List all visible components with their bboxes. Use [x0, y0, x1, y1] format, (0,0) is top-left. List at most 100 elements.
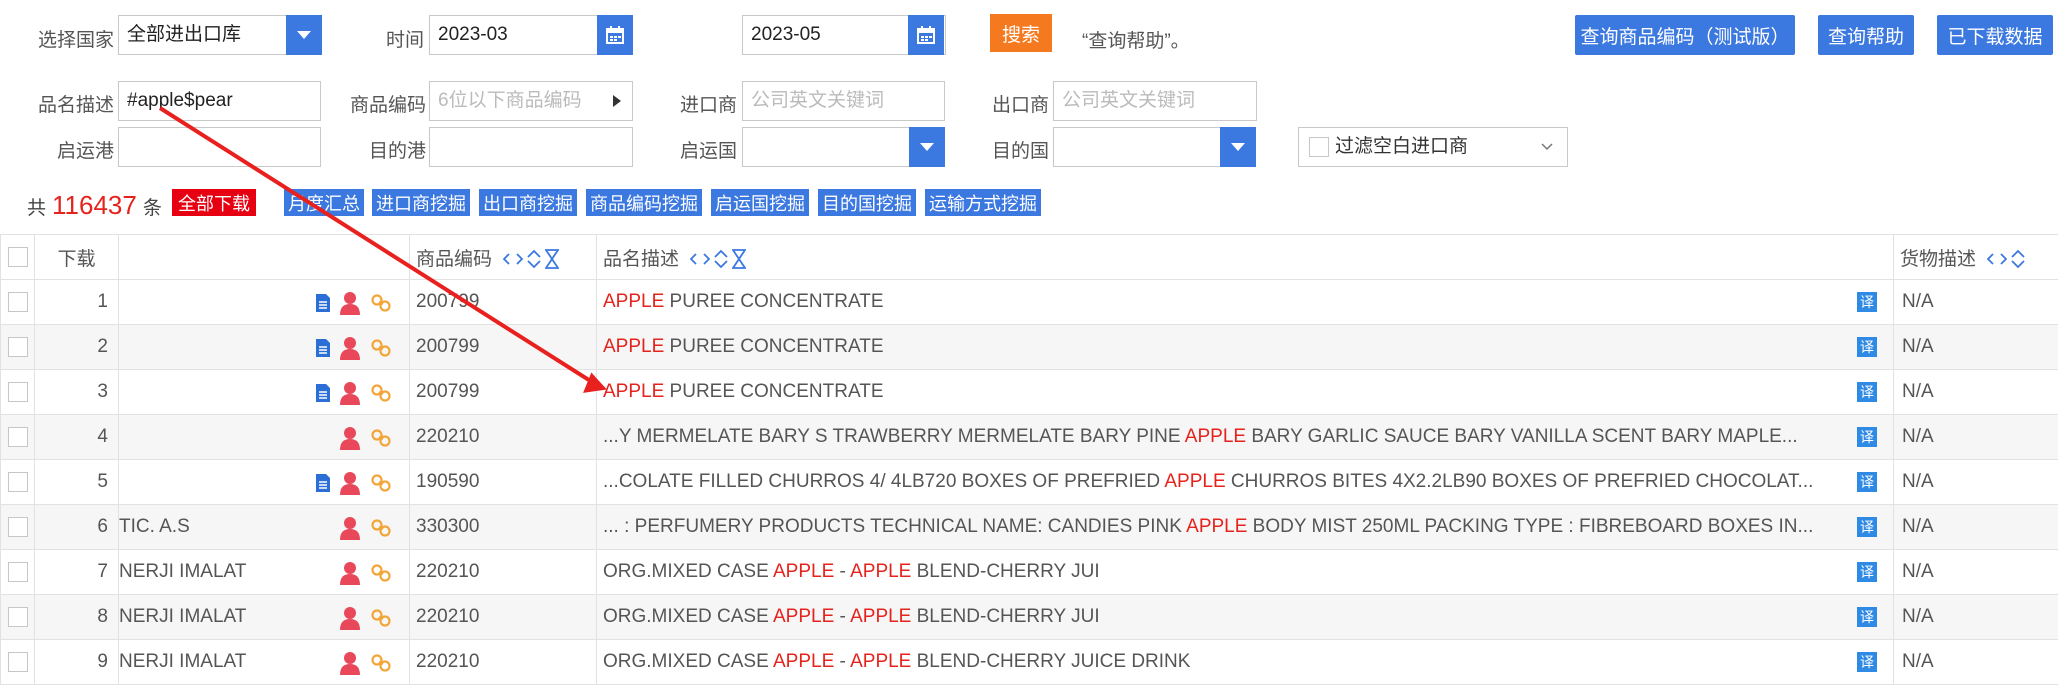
goods-sort-controls[interactable]: [1987, 249, 2025, 269]
country-dropdown-button[interactable]: [286, 15, 322, 55]
tag-hs-code-mining[interactable]: 商品编码挖掘: [586, 189, 702, 216]
table-row[interactable]: 7 NERJI IMALAT 220210 ORG.MIXED CASE APP…: [0, 549, 2058, 595]
table-row[interactable]: 1 200799 APPLE PUREE CONCENTRATE 译 N/A: [0, 279, 2058, 325]
code-brackets-icon[interactable]: [503, 253, 524, 266]
table-row[interactable]: 3 200799 APPLE PUREE CONCENTRATE 译 N/A: [0, 369, 2058, 415]
origin-country-dropdown-button[interactable]: [909, 127, 945, 167]
link-icon[interactable]: [371, 429, 391, 447]
sort-icon[interactable]: [714, 249, 728, 269]
row-number: 6: [34, 504, 119, 550]
product-desc-input[interactable]: #apple$pear: [118, 81, 321, 121]
filter-blank-checkbox[interactable]: [1309, 137, 1329, 157]
link-icon[interactable]: [371, 339, 391, 357]
row-checkbox[interactable]: [7, 606, 28, 627]
translate-icon[interactable]: 译: [1857, 517, 1877, 537]
document-icon[interactable]: [315, 473, 331, 493]
row-checkbox[interactable]: [7, 516, 28, 537]
person-icon[interactable]: [339, 651, 361, 675]
person-icon[interactable]: [339, 291, 361, 315]
dest-port-input[interactable]: [429, 127, 633, 167]
table-row[interactable]: 2 200799 APPLE PUREE CONCENTRATE 译 N/A: [0, 324, 2058, 370]
translate-icon[interactable]: 译: [1857, 382, 1877, 402]
caret-down-icon: [920, 143, 934, 151]
desc-segment: APPLE: [850, 606, 912, 627]
tag-exporter-mining[interactable]: 出口商挖掘: [479, 189, 577, 216]
translate-icon[interactable]: 译: [1857, 652, 1877, 672]
link-icon[interactable]: [371, 294, 391, 312]
desc-segment: BARY GARLIC SAUCE BARY VANILLA SCENT BAR…: [1246, 426, 1798, 447]
link-icon[interactable]: [371, 384, 391, 402]
code-brackets-icon[interactable]: [1987, 253, 2008, 266]
translate-icon[interactable]: 译: [1857, 337, 1877, 357]
row-checkbox[interactable]: [7, 291, 28, 312]
desc-segment: ORG.MIXED CASE: [603, 606, 773, 627]
tag-transport-mode-mining[interactable]: 运输方式挖掘: [925, 189, 1041, 216]
time-from-calendar-button[interactable]: [597, 15, 633, 55]
row-checkbox[interactable]: [7, 651, 28, 672]
person-icon[interactable]: [339, 381, 361, 405]
origin-port-input[interactable]: [118, 127, 321, 167]
row-checkbox[interactable]: [7, 336, 28, 357]
download-all-button[interactable]: 全部下载: [172, 189, 256, 216]
hs-code-input[interactable]: 6位以下商品编码: [429, 81, 633, 121]
person-icon[interactable]: [339, 606, 361, 630]
hs-sort-controls[interactable]: [503, 249, 560, 270]
person-icon[interactable]: [339, 426, 361, 450]
link-icon[interactable]: [371, 564, 391, 582]
document-icon[interactable]: [315, 293, 331, 313]
product-desc-cell: ORG.MIXED CASE APPLE - APPLE BLEND-CHERR…: [596, 549, 1894, 595]
person-icon[interactable]: [339, 516, 361, 540]
hs-code-cell: 200799: [409, 279, 597, 325]
downloaded-data-button[interactable]: 已下载数据: [1937, 15, 2053, 55]
select-all-checkbox[interactable]: [7, 246, 28, 267]
tag-dest-country-mining[interactable]: 目的国挖掘: [818, 189, 916, 216]
goods-desc-cell: N/A: [1893, 279, 2058, 325]
filter-hourglass-icon[interactable]: [545, 249, 560, 270]
translate-icon[interactable]: 译: [1857, 472, 1877, 492]
filter-blank-importer-select[interactable]: 过滤空白进口商: [1298, 127, 1568, 167]
link-icon[interactable]: [371, 654, 391, 672]
tag-origin-country-mining[interactable]: 启运国挖掘: [711, 189, 809, 216]
table-row[interactable]: 6 TIC. A.S 330300 ... : PERFUMERY PRODUC…: [0, 504, 2058, 550]
link-icon[interactable]: [371, 609, 391, 627]
time-to-calendar-button[interactable]: [908, 15, 944, 55]
person-icon[interactable]: [339, 471, 361, 495]
filter-hourglass-icon[interactable]: [732, 249, 747, 270]
tag-monthly-summary[interactable]: 月度汇总: [284, 189, 364, 216]
search-button[interactable]: 搜索: [990, 14, 1052, 52]
link-icon[interactable]: [371, 474, 391, 492]
query-help-button[interactable]: 查询帮助: [1818, 15, 1914, 55]
importer-input[interactable]: 公司英文关键词: [742, 81, 945, 121]
query-hs-code-button[interactable]: 查询商品编码（测试版）: [1575, 15, 1795, 55]
tag-importer-mining[interactable]: 进口商挖掘: [372, 189, 470, 216]
table-row[interactable]: 4 220210 ...Y MERMELATE BARY S TRAWBERRY…: [0, 414, 2058, 460]
hs-code-cell: 330300: [409, 504, 597, 550]
exporter-input[interactable]: 公司英文关键词: [1053, 81, 1257, 121]
count-number: 116437: [52, 190, 137, 220]
table-row[interactable]: 8 NERJI IMALAT 220210 ORG.MIXED CASE APP…: [0, 594, 2058, 640]
dest-country-dropdown-button[interactable]: [1220, 127, 1256, 167]
document-icon[interactable]: [315, 383, 331, 403]
person-icon[interactable]: [339, 336, 361, 360]
table-row[interactable]: 9 NERJI IMALAT 220210 ORG.MIXED CASE APP…: [0, 639, 2058, 685]
sort-icon[interactable]: [527, 249, 541, 269]
table-row[interactable]: 5 190590 ...COLATE FILLED CHURROS 4/ 4LB…: [0, 459, 2058, 505]
translate-icon[interactable]: 译: [1857, 562, 1877, 582]
translate-icon[interactable]: 译: [1857, 427, 1877, 447]
row-checkbox[interactable]: [7, 381, 28, 402]
header-company: [118, 234, 410, 280]
translate-icon[interactable]: 译: [1857, 292, 1877, 312]
row-checkbox[interactable]: [7, 426, 28, 447]
header-product-desc-label: 品名描述: [603, 248, 680, 270]
header-goods-desc: 货物描述: [1893, 234, 2058, 280]
row-checkbox[interactable]: [7, 561, 28, 582]
person-icon[interactable]: [339, 561, 361, 585]
row-checkbox[interactable]: [7, 471, 28, 492]
translate-icon[interactable]: 译: [1857, 607, 1877, 627]
caret-down-icon: [1231, 143, 1245, 151]
desc-sort-controls[interactable]: [690, 249, 747, 270]
link-icon[interactable]: [371, 519, 391, 537]
code-brackets-icon[interactable]: [690, 253, 711, 266]
document-icon[interactable]: [315, 338, 331, 358]
sort-icon[interactable]: [2011, 249, 2025, 269]
